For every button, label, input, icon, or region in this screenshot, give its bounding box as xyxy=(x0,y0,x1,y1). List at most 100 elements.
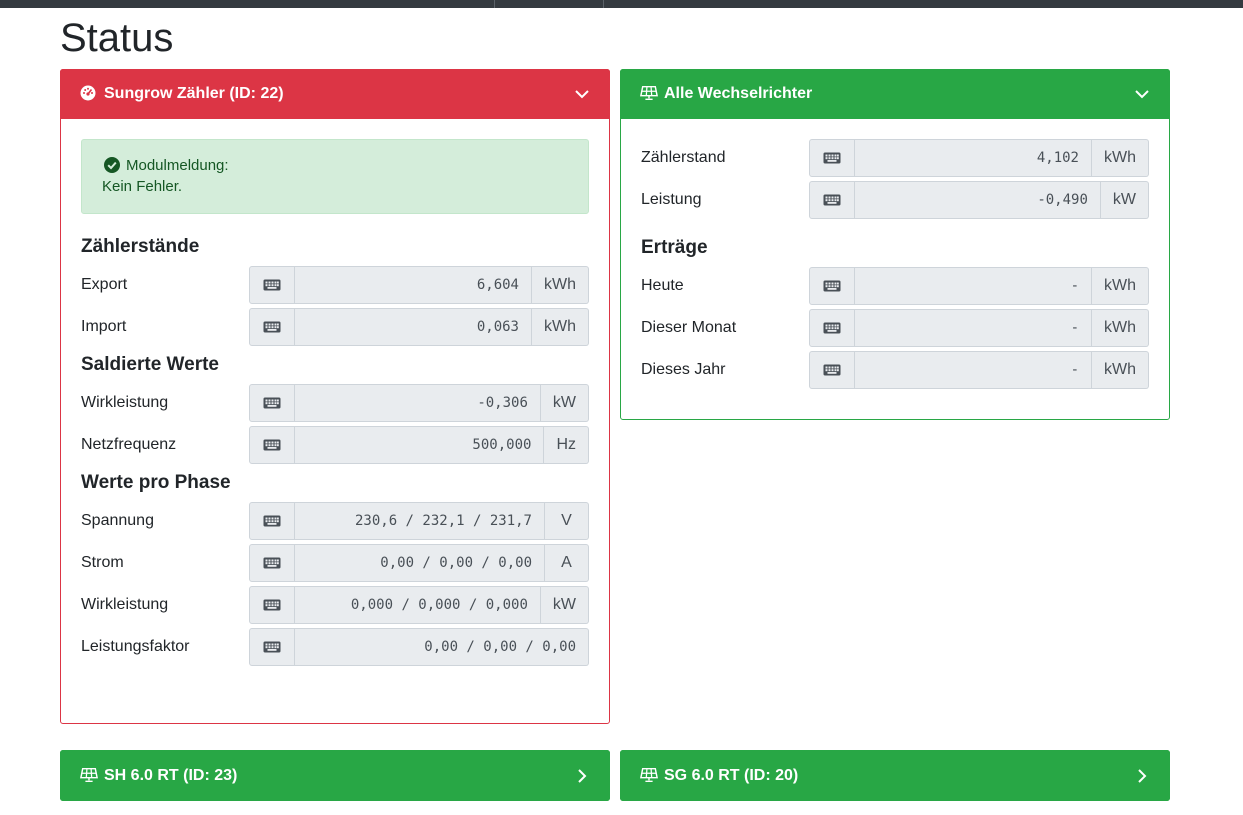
meter-card-title: Sungrow Zähler (ID: 22) xyxy=(104,85,284,102)
inverter-card-header[interactable]: Alle Wechselrichter xyxy=(620,69,1170,119)
chevron-down-icon[interactable] xyxy=(1134,86,1150,102)
unit-label: kWh xyxy=(1092,267,1149,305)
chevron-down-icon[interactable] xyxy=(574,86,590,102)
inverter-sh-card-title: SH 6.0 RT (ID: 23) xyxy=(104,766,238,784)
input-group: 500,000 Hz xyxy=(249,426,589,464)
value-row: Wirkleistung 0,000 / 0,000 / 0,000 kW xyxy=(81,586,589,624)
inverter-card: Alle Wechselrichter Zählerstand 4,102 kW… xyxy=(620,69,1170,420)
unit-label: kWh xyxy=(532,266,589,304)
section-title-net-values: Saldierte Werte xyxy=(81,354,219,375)
value-row: Heute - kWh xyxy=(641,267,1149,305)
section-title-phase-values: Werte pro Phase xyxy=(81,472,231,493)
readonly-value: 0,063 xyxy=(295,308,532,346)
row-label: Leistung xyxy=(641,191,702,208)
input-group: 4,102 kWh xyxy=(809,139,1149,177)
value-row: Import 0,063 kWh xyxy=(81,308,589,346)
keyboard-icon xyxy=(809,351,855,389)
input-group: 0,000 / 0,000 / 0,000 kW xyxy=(249,586,589,624)
keyboard-icon xyxy=(249,502,295,540)
input-group: -0,306 kW xyxy=(249,384,589,422)
inverter-card-title: Alle Wechselrichter xyxy=(664,85,813,102)
keyboard-icon xyxy=(809,181,855,219)
row-label: Import xyxy=(81,318,127,335)
solar-panel-icon xyxy=(640,767,658,785)
inverter-sg-card-header[interactable]: SG 6.0 RT (ID: 20) xyxy=(620,750,1170,801)
row-label: Strom xyxy=(81,554,124,571)
input-group: 230,6 / 232,1 / 231,7 V xyxy=(249,502,589,540)
value-row: Zählerstand 4,102 kWh xyxy=(641,139,1149,177)
unit-label: kWh xyxy=(1092,309,1149,347)
keyboard-icon xyxy=(249,384,295,422)
row-label: Dieses Jahr xyxy=(641,361,726,378)
readonly-value: 230,6 / 232,1 / 231,7 xyxy=(295,502,545,540)
value-row: Strom 0,00 / 0,00 / 0,00 A xyxy=(81,544,589,582)
readonly-value: 500,000 xyxy=(295,426,545,464)
alert-message: Kein Fehler. xyxy=(102,178,183,195)
unit-label: kW xyxy=(540,586,589,624)
top-navbar xyxy=(0,0,1243,8)
readonly-value: 0,00 / 0,00 / 0,00 xyxy=(295,544,545,582)
alert-heading: Modulmeldung: xyxy=(126,156,229,174)
keyboard-icon xyxy=(249,308,295,346)
unit-label: kW xyxy=(1100,181,1149,219)
input-group: - kWh xyxy=(809,309,1149,347)
inverter-sg-card-title: SG 6.0 RT (ID: 20) xyxy=(664,766,799,784)
input-group: 0,00 / 0,00 / 0,00 xyxy=(249,628,589,666)
gauge-icon xyxy=(80,85,98,103)
value-row: Spannung 230,6 / 232,1 / 231,7 V xyxy=(81,502,589,540)
unit-label: kWh xyxy=(1092,139,1149,177)
keyboard-icon xyxy=(809,309,855,347)
input-group: 6,604 kWh xyxy=(249,266,589,304)
keyboard-icon xyxy=(249,426,295,464)
input-group: 0,00 / 0,00 / 0,00 A xyxy=(249,544,589,582)
meter-card-header[interactable]: Sungrow Zähler (ID: 22) xyxy=(60,69,610,119)
keyboard-icon xyxy=(809,267,855,305)
row-label: Zählerstand xyxy=(641,149,726,166)
row-label: Dieser Monat xyxy=(641,319,737,336)
keyboard-icon xyxy=(809,139,855,177)
input-group: -0,490 kW xyxy=(809,181,1149,219)
chevron-right-icon[interactable] xyxy=(574,768,590,784)
readonly-value: 6,604 xyxy=(295,266,532,304)
value-row: Export 6,604 kWh xyxy=(81,266,589,304)
row-label: Spannung xyxy=(81,512,154,529)
navbar-divider xyxy=(494,0,495,8)
value-row: Dieses Jahr - kWh xyxy=(641,351,1149,389)
row-label: Wirkleistung xyxy=(81,394,169,411)
readonly-value: - xyxy=(855,351,1092,389)
readonly-value: - xyxy=(855,267,1092,305)
unit-label: kW xyxy=(540,384,589,422)
readonly-value: -0,306 xyxy=(295,384,541,422)
input-group: 0,063 kWh xyxy=(249,308,589,346)
solar-panel-icon xyxy=(640,85,658,103)
readonly-value: 4,102 xyxy=(855,139,1092,177)
section-title-counters: Zählerstände xyxy=(81,236,200,257)
keyboard-icon xyxy=(249,586,295,624)
row-label: Export xyxy=(81,276,128,293)
inverter-sg-card: SG 6.0 RT (ID: 20) xyxy=(620,750,1170,801)
input-group: - kWh xyxy=(809,267,1149,305)
readonly-value: - xyxy=(855,309,1092,347)
solar-panel-icon xyxy=(80,767,98,785)
module-message-alert: Modulmeldung: Kein Fehler. xyxy=(81,139,589,214)
keyboard-icon xyxy=(249,266,295,304)
row-label: Wirkleistung xyxy=(81,596,169,613)
keyboard-icon xyxy=(249,628,295,666)
unit-label: kWh xyxy=(532,308,589,346)
input-group: - kWh xyxy=(809,351,1149,389)
value-row: Leistung -0,490 kW xyxy=(641,181,1149,219)
unit-label: A xyxy=(545,544,589,582)
unit-label: kWh xyxy=(1092,351,1149,389)
value-row: Leistungsfaktor 0,00 / 0,00 / 0,00 xyxy=(81,628,589,666)
check-circle-icon xyxy=(104,157,120,173)
inverter-sh-card-header[interactable]: SH 6.0 RT (ID: 23) xyxy=(60,750,610,801)
navbar-divider xyxy=(603,0,604,8)
row-label: Leistungsfaktor xyxy=(81,638,190,655)
keyboard-icon xyxy=(249,544,295,582)
inverter-sh-card: SH 6.0 RT (ID: 23) xyxy=(60,750,610,801)
chevron-right-icon[interactable] xyxy=(1134,768,1150,784)
value-row: Dieser Monat - kWh xyxy=(641,309,1149,347)
page-title: Status xyxy=(60,16,174,60)
unit-label: Hz xyxy=(544,426,589,464)
meter-card: Sungrow Zähler (ID: 22) Modulmeldung: Ke… xyxy=(60,69,610,724)
